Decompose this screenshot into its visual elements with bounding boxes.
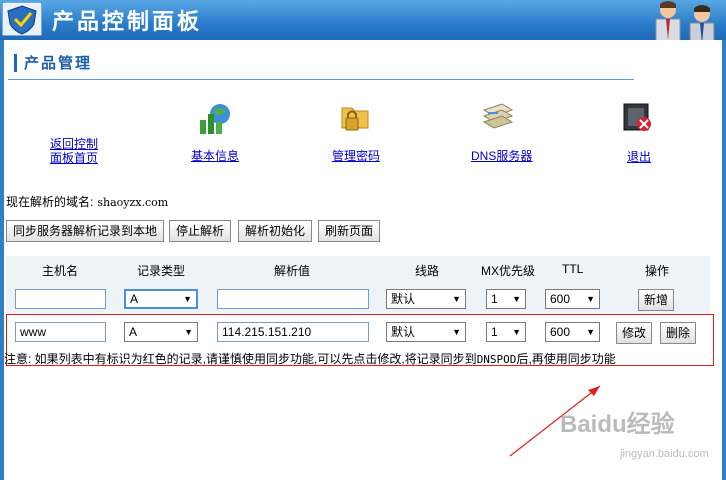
- new-ttl-value: 600: [550, 292, 571, 306]
- section-title: 产品管理: [24, 55, 93, 72]
- sync-warning-note: 注意: 如果列表中有标识为红色的记录,请谨慎使用同步功能,可以先点击修改,将记录…: [4, 350, 616, 367]
- chevron-down-icon: ▼: [512, 294, 521, 304]
- new-line-select[interactable]: 默认 ▼: [386, 289, 466, 309]
- record-type-value: A: [129, 325, 138, 339]
- sync-records-button[interactable]: 同步服务器解析记录到本地: [6, 220, 165, 242]
- logout-icon[interactable]: [620, 100, 654, 134]
- record-ttl-value: 600: [550, 325, 571, 339]
- new-type-select[interactable]: A ▼: [124, 289, 198, 309]
- nav-manage-password-link[interactable]: 管理密码: [332, 149, 380, 163]
- new-ttl-select[interactable]: 600 ▼: [545, 289, 600, 309]
- server-stack-icon[interactable]: [480, 100, 514, 134]
- section-bar: [14, 54, 17, 72]
- chevron-down-icon: ▼: [586, 294, 595, 304]
- column-header-ttl: TTL: [562, 262, 584, 276]
- nav-basic-info-link[interactable]: 基本信息: [191, 149, 239, 163]
- app-header: 产品控制面板: [0, 0, 726, 40]
- stop-resolve-button[interactable]: 停止解析: [169, 220, 232, 242]
- record-mx-select[interactable]: 1 ▼: [486, 322, 526, 342]
- watermark-logo: Baidu经验: [560, 411, 675, 438]
- column-header-value: 解析值: [274, 264, 311, 278]
- column-header-mx: MX优先级: [481, 264, 536, 278]
- record-line-value: 默认: [391, 325, 416, 339]
- column-header-type: 记录类型: [137, 264, 186, 278]
- note-suffix: 后,再使用同步功能: [516, 352, 616, 366]
- new-host-input[interactable]: [15, 289, 106, 309]
- chevron-down-icon: ▼: [183, 294, 192, 304]
- add-record-button[interactable]: 新增: [638, 289, 675, 311]
- new-value-input[interactable]: [217, 289, 369, 309]
- nav-home-line1: 返回控制: [50, 137, 99, 151]
- delete-record-button[interactable]: 删除: [660, 322, 697, 344]
- chevron-down-icon: ▼: [184, 327, 193, 337]
- nav-home-line2: 面板首页: [50, 151, 99, 165]
- nav-home-link[interactable]: 返回控制 面板首页: [50, 137, 98, 165]
- domain-label: 现在解析的域名:: [6, 195, 94, 209]
- record-line-select[interactable]: 默认 ▼: [386, 322, 466, 342]
- column-header-action: 操作: [645, 264, 670, 278]
- shield-logo-icon: [2, 2, 42, 36]
- watermark-url: jingyan.baidu.com: [620, 448, 709, 460]
- domain-value: shaoyzx.com: [97, 196, 169, 209]
- new-mx-value: 1: [491, 292, 498, 306]
- column-header-host: 主机名: [42, 264, 79, 278]
- init-resolve-button[interactable]: 解析初始化: [238, 220, 313, 242]
- nav-dns-server-link[interactable]: DNS服务器: [471, 149, 532, 163]
- edit-record-button[interactable]: 修改: [616, 322, 653, 344]
- section-header: 产品管理: [8, 46, 634, 80]
- chevron-down-icon: ▼: [452, 294, 461, 304]
- note-dns: DNSPOD: [476, 353, 517, 366]
- note-prefix: 注意: 如果列表中有标识为红色的记录,请谨慎使用同步功能,可以先点击修改,将记录…: [4, 352, 477, 366]
- new-mx-select[interactable]: 1 ▼: [486, 289, 526, 309]
- record-type-select[interactable]: A ▼: [124, 322, 198, 342]
- new-line-value: 默认: [391, 292, 416, 306]
- chevron-down-icon: ▼: [586, 327, 595, 337]
- record-mx-value: 1: [491, 325, 498, 339]
- record-host-input[interactable]: www: [15, 322, 106, 342]
- domain-line: 现在解析的域名: shaoyzx.com: [6, 193, 168, 210]
- record-value-input[interactable]: 114.215.151.210: [217, 322, 369, 342]
- chart-globe-icon[interactable]: [198, 102, 232, 136]
- refresh-page-button[interactable]: 刷新页面: [318, 220, 381, 242]
- column-header-line: 线路: [415, 264, 440, 278]
- nav-logout-link[interactable]: 退出: [627, 150, 651, 164]
- app-title: 产品控制面板: [52, 10, 203, 35]
- chevron-down-icon: ▼: [512, 327, 521, 337]
- folder-lock-icon[interactable]: [338, 100, 372, 134]
- record-ttl-select[interactable]: 600 ▼: [545, 322, 600, 342]
- chevron-down-icon: ▼: [452, 327, 461, 337]
- new-type-value: A: [130, 292, 139, 306]
